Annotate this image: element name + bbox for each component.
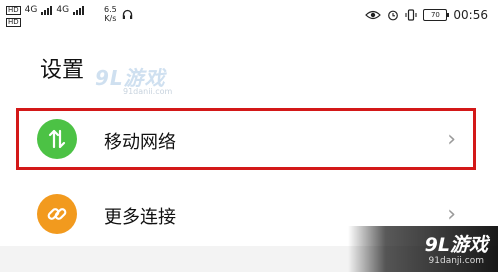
network-type-1: 4G — [24, 5, 38, 15]
signal-bars-1-icon — [41, 5, 53, 15]
status-time: 00:56 — [453, 8, 488, 22]
speed-unit: K/s — [104, 14, 117, 23]
status-right: 70 00:56 — [365, 8, 488, 22]
watermark-logo: 9L游戏 91danji.com — [95, 62, 172, 96]
battery-icon: 70 — [423, 9, 450, 21]
hd-badge-1: HD — [6, 5, 21, 15]
alarm-icon — [388, 10, 399, 21]
signal-bars-2-icon — [73, 5, 85, 15]
eye-icon — [365, 10, 382, 20]
link-icon — [37, 194, 77, 234]
hd-badge-2: HD — [6, 17, 21, 27]
network-speed: 6.5 K/s — [104, 5, 117, 23]
corner-watermark: 9L游戏 91danji.com — [348, 226, 498, 272]
chevron-right-icon: › — [447, 202, 456, 227]
mobile-network-item[interactable] — [16, 108, 476, 170]
speed-value: 6.5 — [104, 5, 117, 14]
headset-icon — [122, 9, 133, 19]
signal-group: HD 4G 4G HD — [6, 4, 85, 28]
battery-level: 70 — [430, 11, 440, 19]
corner-watermark-text: 9L游戏 — [424, 234, 488, 256]
status-bar: HD 4G 4G HD 6.5 K/s 70 00:56 — [0, 0, 498, 32]
page-title: 设置 — [40, 58, 85, 83]
mobile-network-label: 移动网络 — [104, 132, 176, 153]
vibrate-icon — [405, 9, 417, 21]
corner-watermark-url: 91danji.com — [428, 256, 484, 266]
more-connections-label[interactable]: 更多连接 — [104, 203, 176, 229]
arrows-updown-icon — [37, 119, 77, 159]
network-type-2: 4G — [56, 5, 70, 15]
chevron-right-icon: › — [447, 127, 456, 152]
